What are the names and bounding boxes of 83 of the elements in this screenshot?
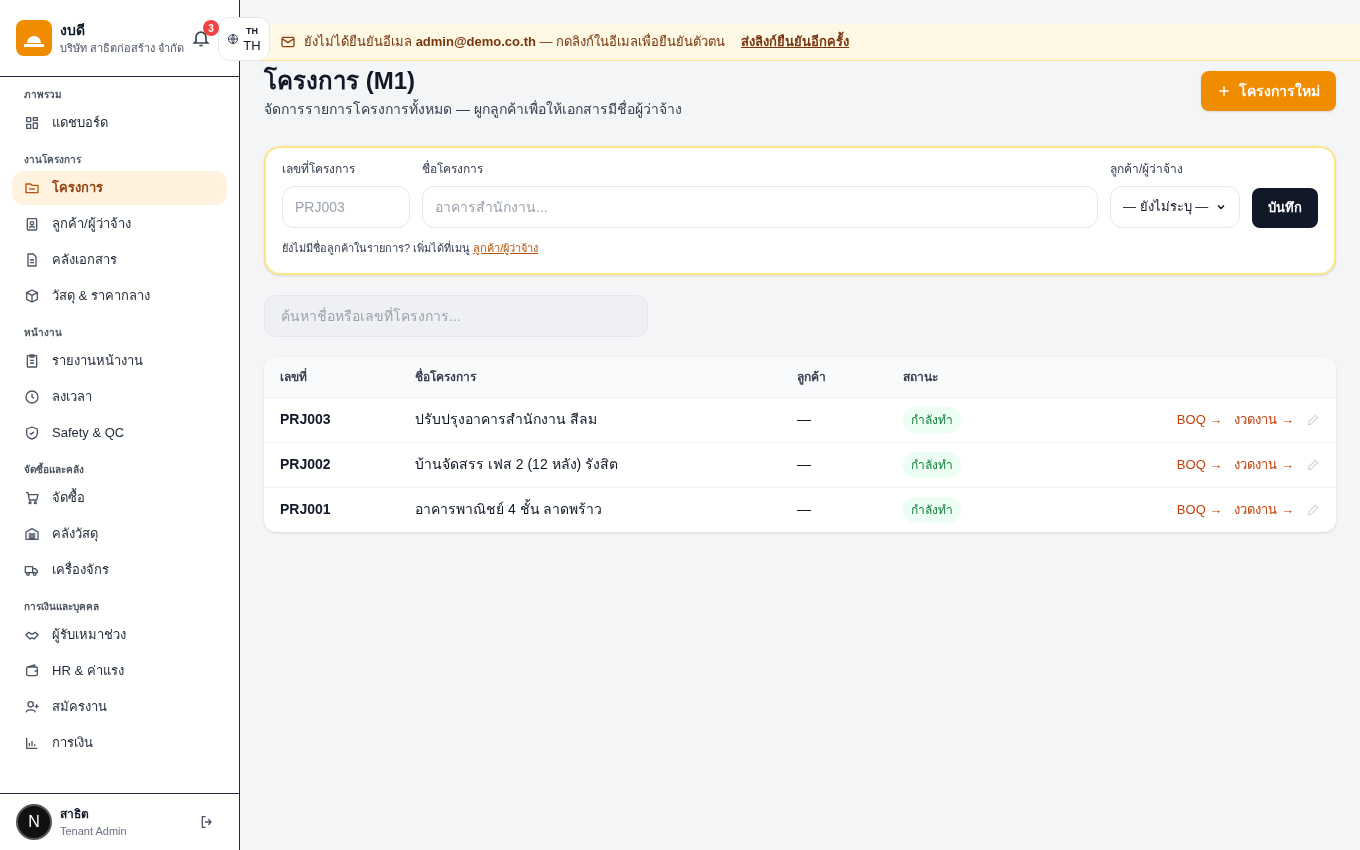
project-name: บ้านจัดสรร เฟส 2 (12 หลัง) รังสิต <box>415 455 620 474</box>
sidebar-item[interactable]: รายงานหน้างาน <box>12 344 227 378</box>
sidebar-item[interactable]: การเงิน <box>12 726 227 760</box>
sidebar-item[interactable]: HR & ค่าแรง <box>12 654 227 688</box>
status-badge: กำลังทำ <box>903 451 961 478</box>
warehouse-icon <box>24 526 40 542</box>
project-name: ปรับปรุงอาคารสำนักงาน สีลม <box>415 410 598 430</box>
bar-chart-icon <box>24 735 40 751</box>
sidebar-item[interactable]: ลงเวลา <box>12 380 227 414</box>
folder-icon <box>24 180 40 196</box>
sidebar-item[interactable]: เครื่องจักร <box>12 553 227 587</box>
document-icon <box>24 252 40 268</box>
search-field[interactable]: ค้นหาชื่อหรือเลขที่โครงการ... <box>264 294 648 337</box>
client-name: — <box>797 500 812 519</box>
shield-check-icon <box>24 425 40 441</box>
section-heading: จัดซื้อและคลัง <box>23 462 85 477</box>
column-header: สถานะ <box>903 368 939 386</box>
hint-text: ยังไม่มีชื่อลูกค้าในรายการ? เพิ่มได้ที่เมนู <box>282 242 471 254</box>
boq-link[interactable]: BOQ → <box>1176 409 1223 430</box>
boq-link[interactable]: BOQ → <box>1176 499 1223 520</box>
section-heading: งานโครงการ <box>23 153 82 167</box>
boq-link[interactable]: BOQ → <box>1176 454 1223 475</box>
save-button[interactable]: บันทึก <box>1252 188 1318 228</box>
section-heading: ภาพรวม <box>23 88 63 102</box>
brand-name: งบดี <box>60 20 86 40</box>
project-code: PRJ001 <box>280 500 332 519</box>
client-name: — <box>797 410 812 429</box>
sidebar-item[interactable]: แดชบอร์ด <box>12 106 227 140</box>
sidebar-item[interactable]: คลังเอกสาร <box>12 243 227 277</box>
project-code-field[interactable]: PRJ003 <box>282 186 410 228</box>
banner-message: ยังไม่ได้ยืนยันอีเมล admin@demo.co.th — กดลิงก์ในอีเมลเพื่อยืนยันตัวตน <box>304 32 726 52</box>
column-header: ชื่อโครงการ <box>415 367 478 386</box>
status-badge: กำลังทำ <box>903 406 961 433</box>
user-role: Tenant Admin <box>60 823 127 839</box>
column-header: ลูกค้า <box>797 368 827 386</box>
page-title: โครงการ (M1) <box>264 65 416 96</box>
resend-link[interactable]: ส่งลิงก์ยืนยันอีกครั้ง <box>741 32 850 52</box>
sidebar-item[interactable]: โครงการ <box>12 171 227 205</box>
field-label: เลขที่โครงการ <box>282 160 356 178</box>
section-heading: การเงินและบุคคล <box>23 600 100 614</box>
installments-link[interactable]: งวดงาน → <box>1234 409 1294 430</box>
clipboard-icon <box>24 353 40 369</box>
sidebar-item[interactable]: ลูกค้า/ผู้ว่าจ้าง <box>12 207 227 241</box>
wallet-icon <box>24 663 40 679</box>
grid-icon <box>24 115 40 131</box>
plus-icon <box>1217 84 1231 98</box>
edit-icon[interactable] <box>1306 457 1320 472</box>
sidebar-item[interactable]: ผู้รับเหมาช่วง <box>12 618 227 652</box>
sidebar-item[interactable]: จัดซื้อ <box>12 481 227 515</box>
id-badge-icon <box>24 216 40 232</box>
avatar-badge[interactable]: N <box>16 804 52 840</box>
edit-icon[interactable] <box>1306 502 1320 517</box>
project-code: PRJ003 <box>280 410 332 429</box>
field-label: ลูกค้า/ผู้ว่าจ้าง <box>1110 161 1185 178</box>
project-name: อาคารพาณิชย์ 4 ชั้น ลาดพร้าว <box>415 499 604 519</box>
mail-icon <box>280 34 296 50</box>
status-badge: กำลังทำ <box>903 496 961 523</box>
section-heading: หน้างาน <box>23 326 63 340</box>
project-name-field[interactable]: อาคารสำนักงาน... <box>422 186 1098 228</box>
project-code: PRJ002 <box>280 455 332 474</box>
page-subtitle: จัดการรายการโครงการทั้งหมด — ผูกลูกค้าเพื่อให้เอกสารมีชื่อผู้ว่าจ้าง <box>264 99 682 120</box>
language-switcher[interactable]: TH TH <box>218 17 270 61</box>
sidebar-item[interactable]: วัสดุ & ราคากลาง <box>12 279 227 313</box>
clients-link[interactable]: ลูกค้า/ผู้ว่าจ้าง <box>473 242 539 254</box>
sidebar-item[interactable]: Safety & QC <box>12 416 227 450</box>
user-name: สาธิต <box>60 805 90 823</box>
sidebar-item[interactable]: คลังวัสดุ <box>12 517 227 551</box>
cart-icon <box>24 490 40 506</box>
user-plus-icon <box>24 699 40 715</box>
client-name: — <box>797 455 812 474</box>
clock-icon <box>24 389 40 405</box>
installments-link[interactable]: งวดงาน → <box>1234 454 1294 475</box>
company-name: บริษัท สาธิตก่อสร้าง จำกัด <box>60 40 183 56</box>
column-header: เลขที่ <box>280 367 308 386</box>
sidebar-item[interactable]: สมัครงาน <box>12 690 227 724</box>
field-label: ชื่อโครงการ <box>422 160 484 178</box>
edit-icon[interactable] <box>1306 412 1320 427</box>
helmet-logo-icon <box>16 20 52 56</box>
box-icon <box>24 288 40 304</box>
installments-link[interactable]: งวดงาน → <box>1234 499 1294 520</box>
globe-icon <box>227 33 240 45</box>
notification-count: 3 <box>203 20 219 36</box>
client-dropdown[interactable]: — ยังไม่ระบุ — <box>1110 186 1240 228</box>
